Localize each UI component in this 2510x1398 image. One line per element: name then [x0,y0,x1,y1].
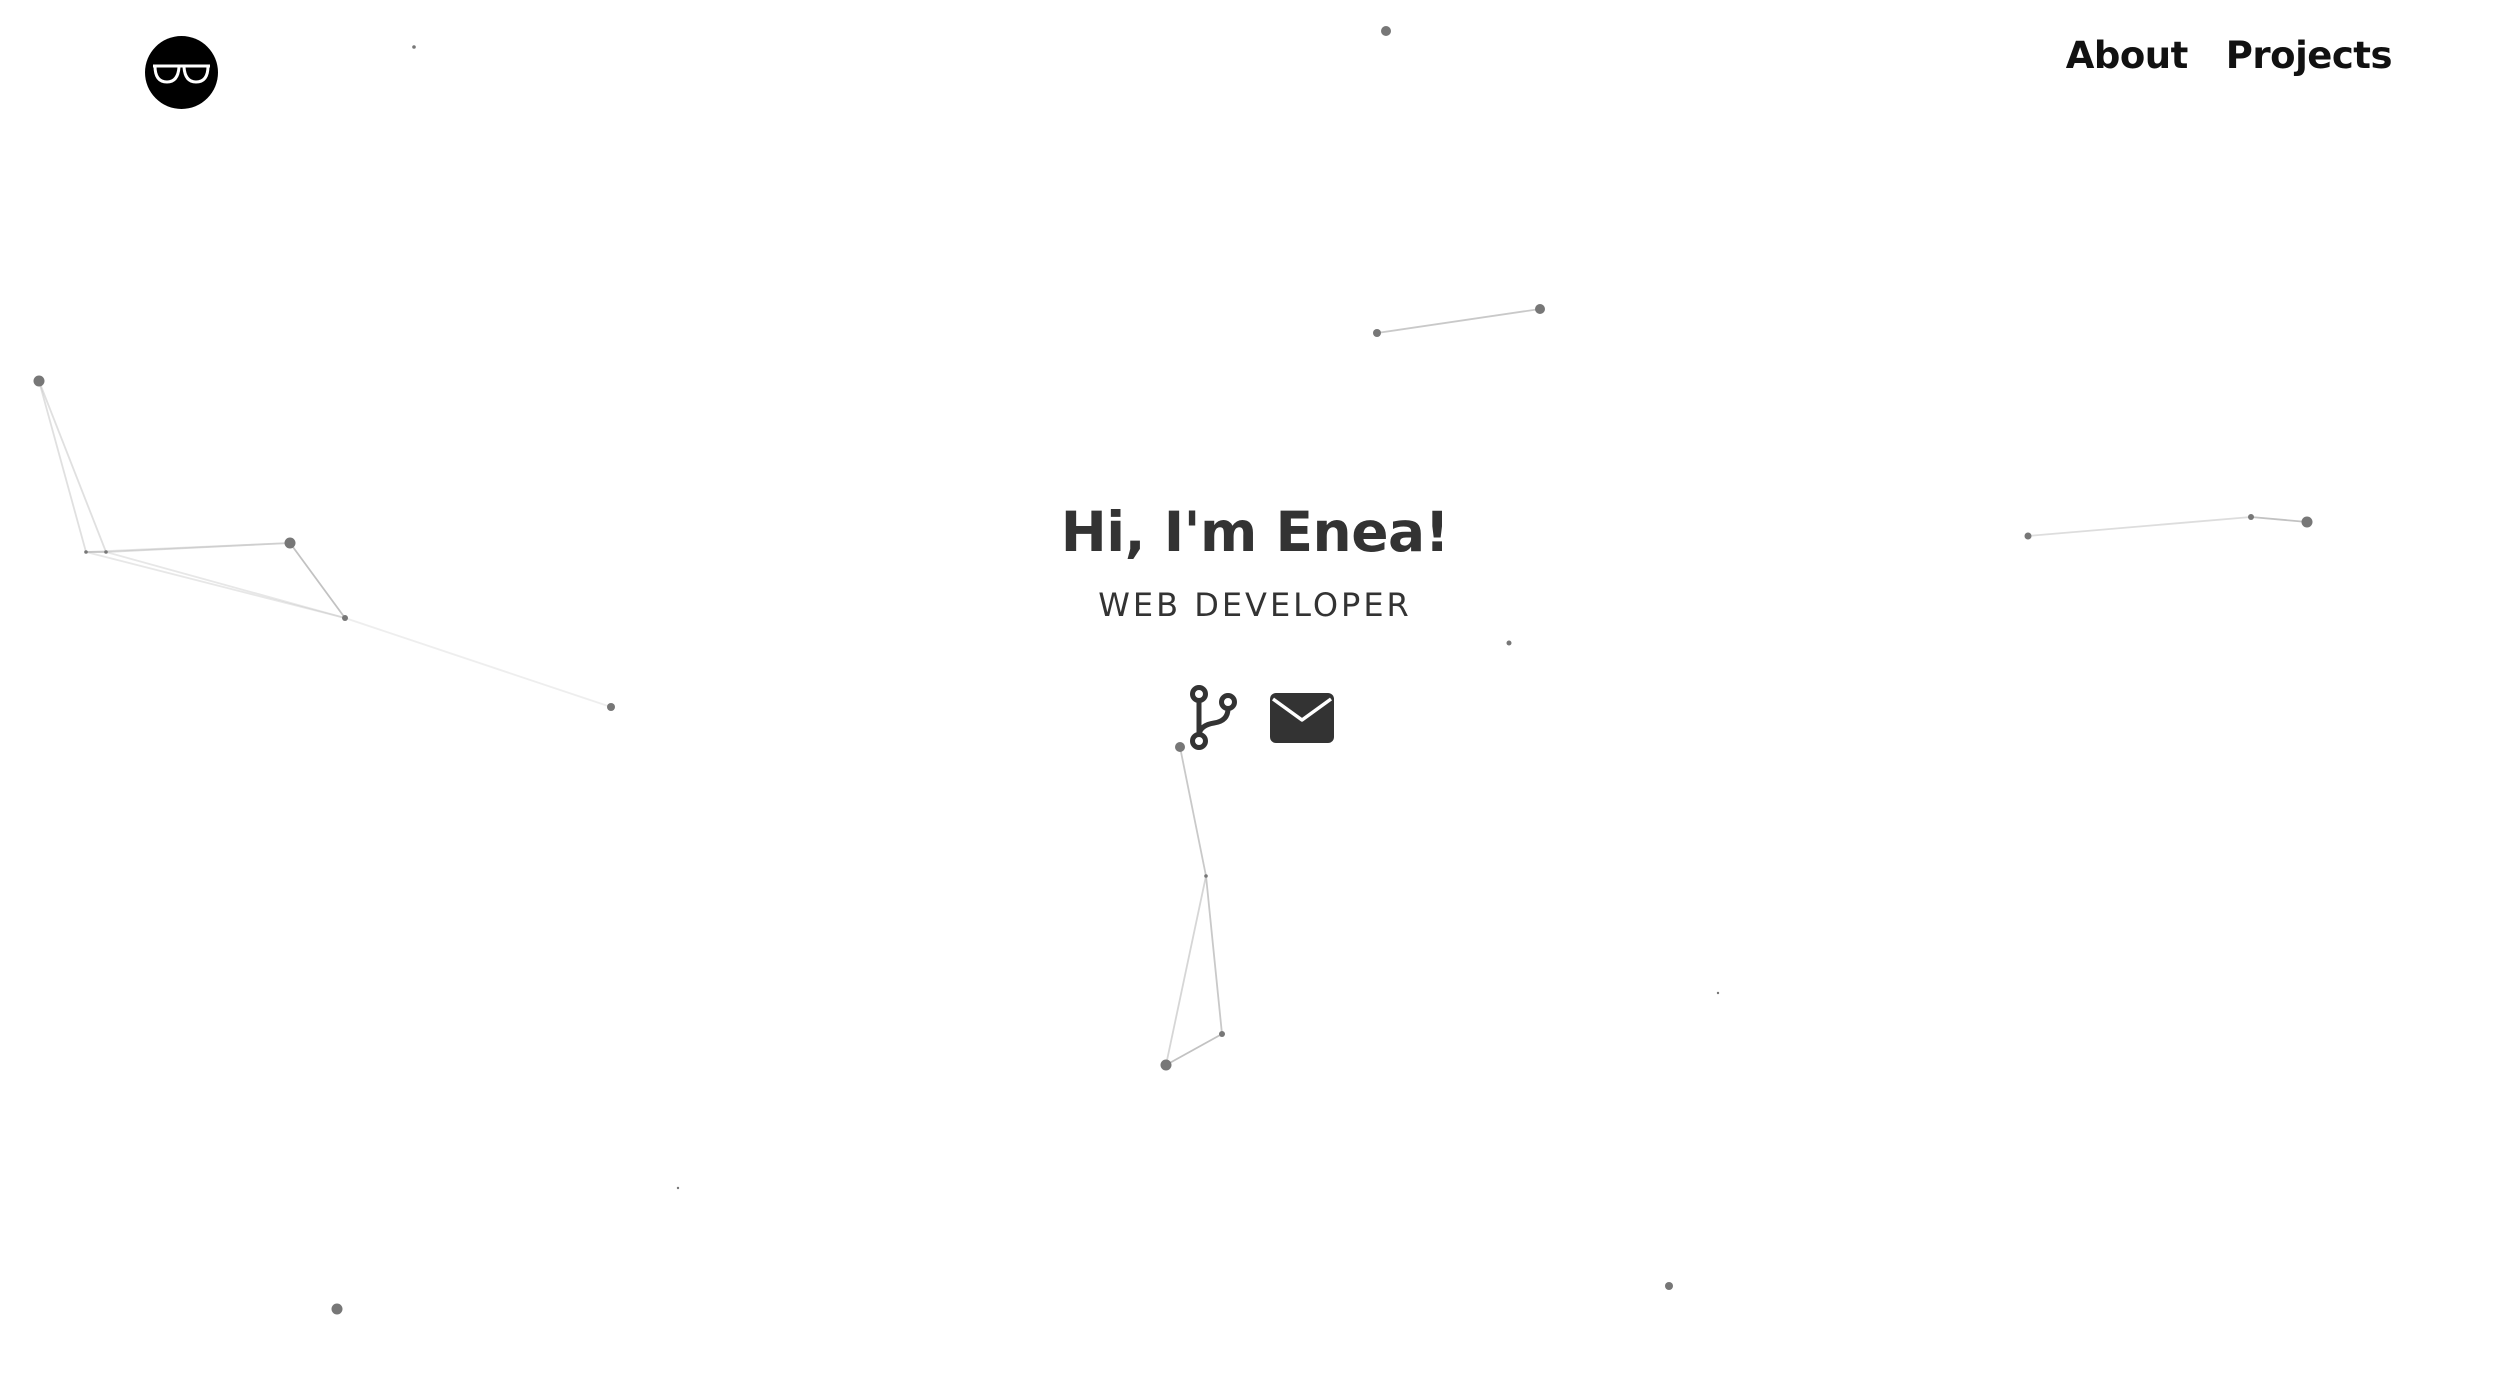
particle-dot [33,375,45,387]
particle-dot [1373,329,1381,337]
particle-dot [331,1303,343,1315]
social-links [1188,685,1334,755]
git-link[interactable] [1188,685,1238,755]
particle-dot [412,45,416,49]
particle-dot [1506,640,1512,646]
particle-dot [1204,874,1208,878]
particle-link [1165,1033,1223,1066]
nav-projects-link[interactable]: Projects [2226,34,2393,77]
particle-link [344,617,612,708]
particle-link [1205,875,1223,1035]
particle-dot [1665,1282,1673,1290]
particle-dot [1381,26,1391,36]
particle-dot [1219,1031,1225,1037]
envelope-icon [1270,693,1334,743]
particle-link [1179,746,1207,877]
logo-button[interactable] [145,36,218,109]
particle-dot [676,1186,680,1190]
email-link[interactable] [1270,693,1334,747]
git-branch-icon [1190,685,1237,750]
nav-about-link[interactable]: About [2066,34,2189,77]
particle-link [1376,308,1541,334]
particle-link [1165,875,1207,1066]
particle-dot [1160,1059,1172,1071]
hero-subtitle: WEB DEVELOPER [1098,586,1412,624]
particle-dot [1535,304,1545,314]
hero-title: Hi, I'm Enea! [1060,500,1450,564]
glasses-icon [153,64,210,84]
hero-section: Hi, I'm Enea! WEB DEVELOPER [0,495,2510,627]
particle-dot [1716,991,1720,995]
main-nav: About Projects [2066,34,2393,77]
particle-dot [1175,742,1185,752]
particle-dot [607,703,615,711]
